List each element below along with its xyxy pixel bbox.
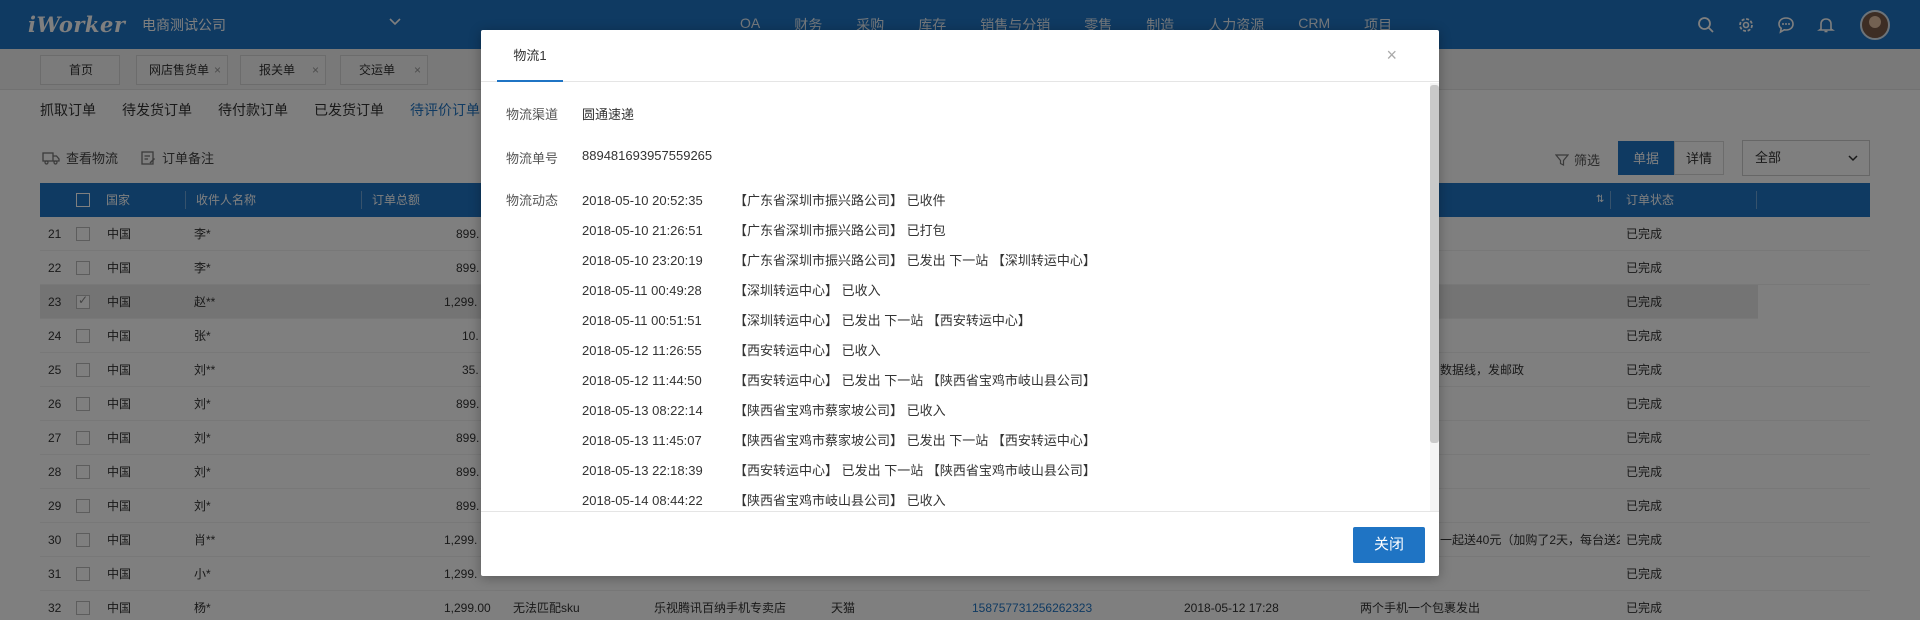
event-time: 2018-05-11 00:49:28 (582, 283, 702, 298)
event-time: 2018-05-12 11:44:50 (582, 373, 702, 388)
tracking-event: 2018-05-12 11:44:50 【西安转运中心】 已发出 下一站 【陕西省… (582, 370, 1096, 389)
channel-label: 物流渠道 (506, 107, 559, 122)
tracking-event: 2018-05-11 00:51:51 【深圳转运中心】 已发出 下一站 【西安转… (582, 310, 1031, 329)
tracking-number-value: 889481693957559265 (582, 148, 713, 163)
tracking-events-label: 物流动态 (506, 193, 559, 208)
event-time: 2018-05-14 08:44:22 (582, 493, 703, 508)
event-text: 【陕西省宝鸡市蔡家坡公司】 已收入 (734, 403, 946, 418)
event-text: 【西安转运中心】 已发出 下一站 【陕西省宝鸡市岐山县公司】 (734, 373, 1096, 388)
event-text: 【广东省深圳市振兴路公司】 已打包 (734, 223, 946, 238)
event-text: 【陕西省宝鸡市岐山县公司】 已收入 (734, 493, 946, 508)
tab-logistics-1[interactable]: 物流1 (497, 30, 563, 82)
event-time: 2018-05-13 11:45:07 (582, 433, 702, 448)
event-text: 【广东省深圳市振兴路公司】 已发出 下一站 【深圳转运中心】 (734, 253, 1096, 268)
event-text: 【广东省深圳市振兴路公司】 已收件 (734, 193, 946, 208)
event-time: 2018-05-13 08:22:14 (582, 403, 703, 418)
event-text: 【陕西省宝鸡市蔡家坡公司】 已发出 下一站 【西安转运中心】 (734, 433, 1096, 448)
event-text: 【西安转运中心】 已发出 下一站 【陕西省宝鸡市岐山县公司】 (734, 463, 1096, 478)
channel-value: 圆通速递 (582, 107, 635, 122)
dialog-header: 物流1 × (481, 30, 1439, 82)
close-button[interactable]: 关闭 (1353, 527, 1425, 563)
tracking-event: 2018-05-11 00:49:28 【深圳转运中心】 已收入 (582, 280, 881, 299)
event-time: 2018-05-11 00:51:51 (582, 313, 702, 328)
event-text: 【深圳转运中心】 已发出 下一站 【西安转运中心】 (734, 313, 1031, 328)
event-time: 2018-05-12 11:26:55 (582, 343, 702, 358)
tracking-event: 2018-05-10 23:20:19 【广东省深圳市振兴路公司】 已发出 下一站… (582, 250, 1096, 269)
tracking-event: 2018-05-14 08:44:22 【陕西省宝鸡市岐山县公司】 已收入 (582, 490, 946, 509)
tracking-number-label: 物流单号 (506, 151, 559, 166)
tracking-event: 2018-05-13 11:45:07 【陕西省宝鸡市蔡家坡公司】 已发出 下一站… (582, 430, 1096, 449)
dialog-footer: 关闭 (481, 511, 1439, 576)
tracking-event: 2018-05-10 21:26:51 【广东省深圳市振兴路公司】 已打包 (582, 220, 946, 239)
event-text: 【深圳转运中心】 已收入 (734, 283, 881, 298)
dialog-body: 物流渠道 圆通速递 物流单号 889481693957559265 物流动态 2… (481, 83, 1439, 511)
event-time: 2018-05-10 23:20:19 (582, 253, 703, 268)
event-text: 【西安转运中心】 已收入 (734, 343, 881, 358)
scrollbar-thumb[interactable] (1430, 85, 1439, 443)
event-time: 2018-05-10 20:52:35 (582, 193, 703, 208)
tracking-event: 2018-05-13 22:18:39 【西安转运中心】 已发出 下一站 【陕西省… (582, 460, 1096, 479)
tracking-event: 2018-05-13 08:22:14 【陕西省宝鸡市蔡家坡公司】 已收入 (582, 400, 946, 419)
close-icon[interactable]: × (1386, 46, 1397, 64)
tracking-event: 2018-05-10 20:52:35 【广东省深圳市振兴路公司】 已收件 (582, 190, 946, 209)
logistics-dialog: 物流1 × 物流渠道 圆通速递 物流单号 889481693957559265 … (481, 30, 1439, 576)
event-time: 2018-05-10 21:26:51 (582, 223, 703, 238)
tracking-event: 2018-05-12 11:26:55 【西安转运中心】 已收入 (582, 340, 881, 359)
event-time: 2018-05-13 22:18:39 (582, 463, 703, 478)
